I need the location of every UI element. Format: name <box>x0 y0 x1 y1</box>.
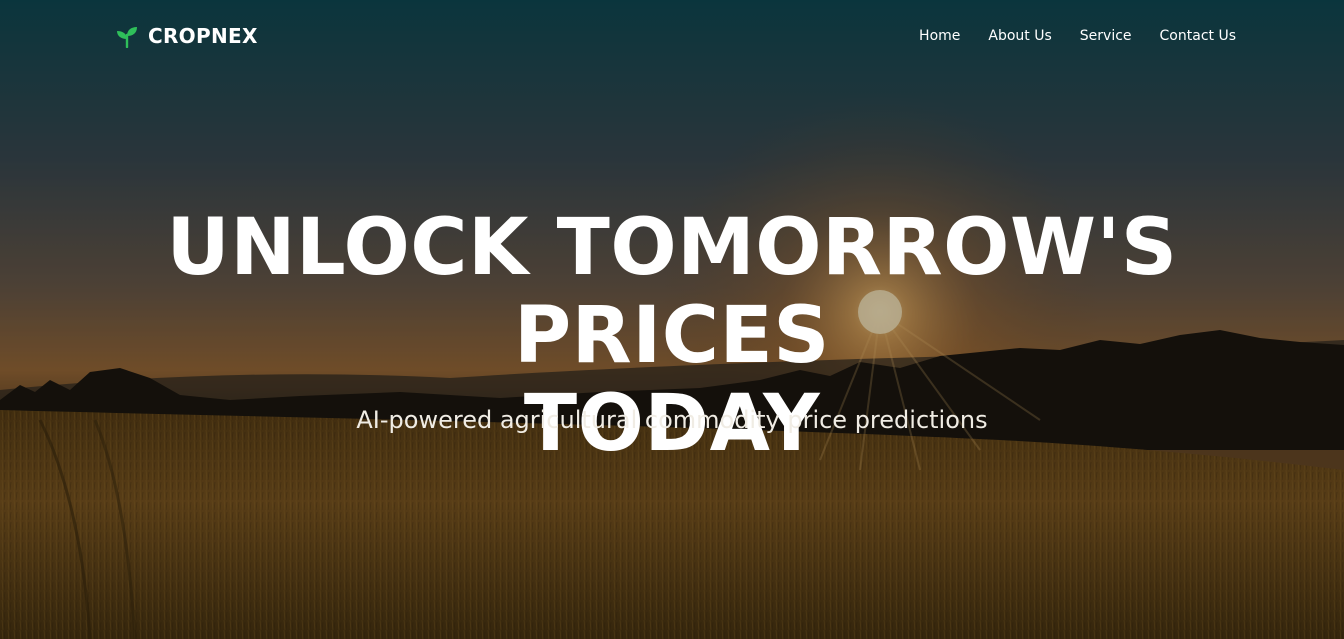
brand-logo-link[interactable]: CROPNEX <box>116 24 258 49</box>
nav-link-home[interactable]: Home <box>919 28 960 44</box>
hero-section: CROPNEX Home About Us Service Contact Us… <box>0 0 1344 639</box>
nav-menu: Home About Us Service Contact Us <box>891 28 1236 44</box>
sprout-icon <box>116 24 138 49</box>
top-navbar: CROPNEX Home About Us Service Contact Us <box>0 0 1344 76</box>
hero-headline-line1: UNLOCK TOMORROW'S PRICES <box>166 203 1178 381</box>
nav-link-about-us[interactable]: About Us <box>988 28 1051 44</box>
nav-link-service[interactable]: Service <box>1080 28 1132 44</box>
hero-subtitle: AI-powered agricultural commodity price … <box>356 406 988 434</box>
nav-link-contact-us[interactable]: Contact Us <box>1160 28 1236 44</box>
brand-name: CROPNEX <box>148 24 258 48</box>
